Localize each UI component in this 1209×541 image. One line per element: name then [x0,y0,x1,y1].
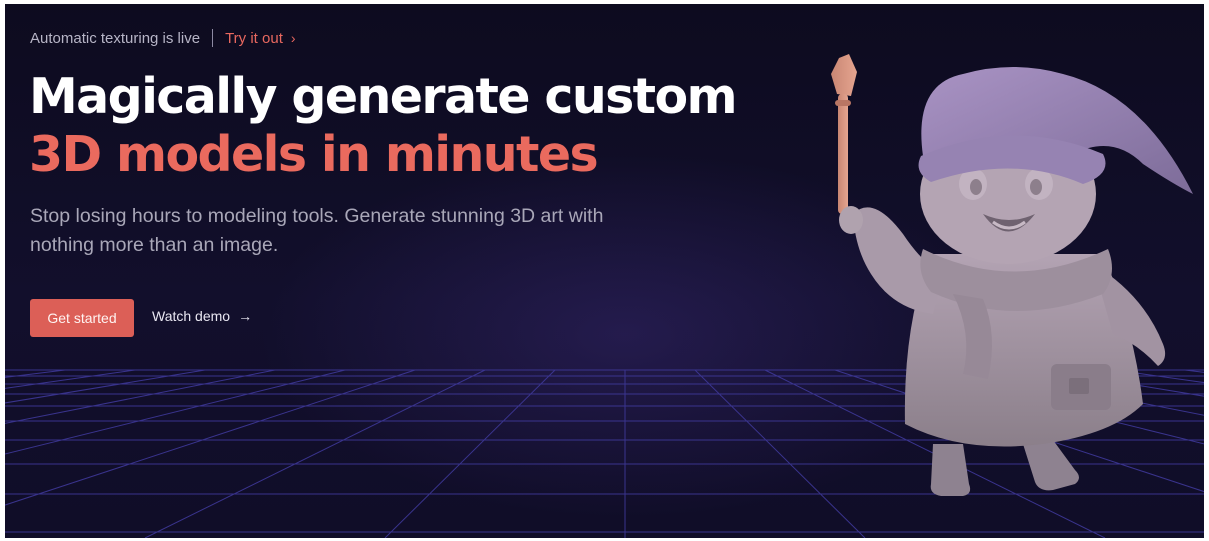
watch-demo-label: Watch demo [152,308,231,324]
announcement-divider [212,29,214,47]
wizard-mascot-illustration [831,54,1193,496]
try-it-out-link[interactable]: Try it out › [225,30,295,47]
arrow-right-icon: → [238,308,253,324]
announcement-bar: Automatic texturing is live Try it out › [30,28,296,48]
hero-subheadline: Stop losing hours to modeling tools. Gen… [30,205,604,256]
headline-line-1: Magically generate custom [29,68,738,125]
headline-line-2: 3D models in minutes [29,126,599,183]
try-it-out-label: Try it out [225,29,283,47]
chevron-right-icon: › [290,30,296,46]
hero-headline: Magically generate custom 3D models in m… [29,68,738,184]
watch-demo-link[interactable]: Watch demo → [152,308,252,324]
get-started-button[interactable]: Get started [30,299,134,337]
hero-section: Automatic texturing is live Try it out ›… [5,4,1204,538]
announcement-text: Automatic texturing is live [30,29,201,47]
